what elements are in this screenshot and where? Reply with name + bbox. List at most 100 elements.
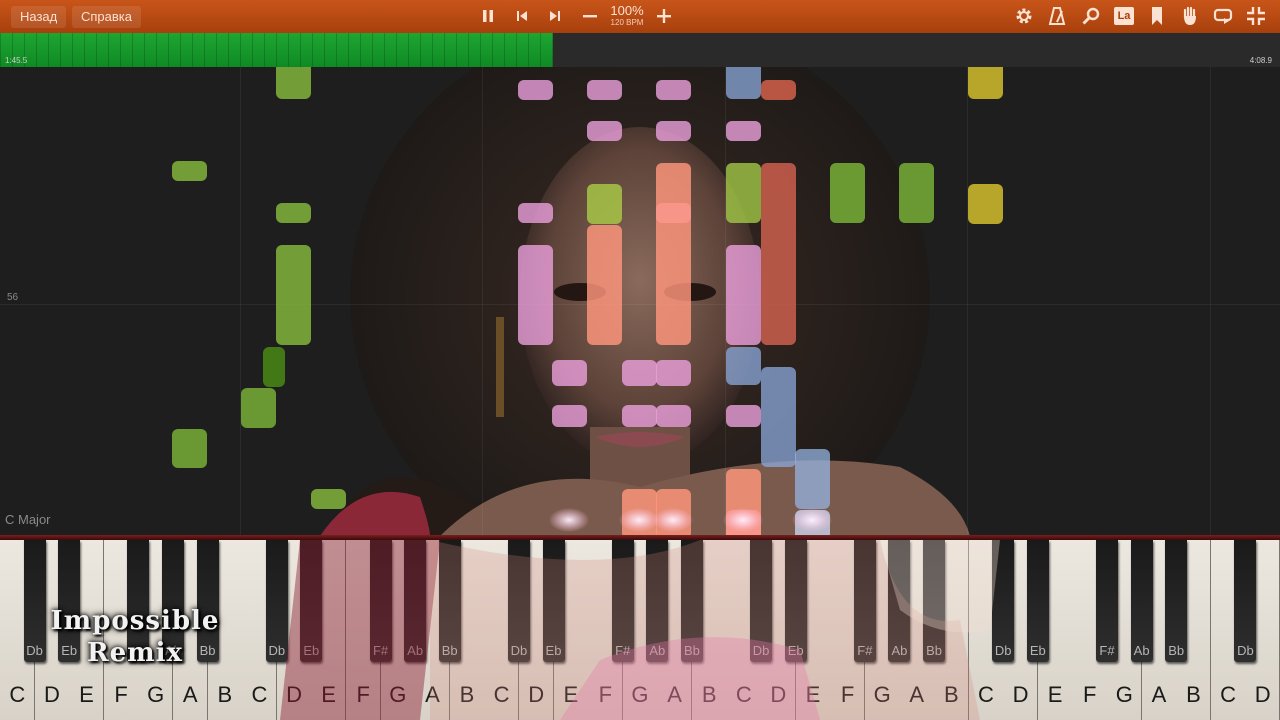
note xyxy=(656,163,691,345)
black-key[interactable]: Bb xyxy=(438,540,461,662)
zoom-out-icon[interactable] xyxy=(578,4,602,28)
white-key-label: A xyxy=(909,682,925,707)
song-progress-bar[interactable]: 1:45.5 4:08.9 xyxy=(0,33,1280,67)
black-key-label: Ab xyxy=(649,643,666,658)
note xyxy=(622,405,657,427)
black-key-label: Ab xyxy=(1133,643,1150,658)
metronome-icon[interactable] xyxy=(1045,4,1069,28)
bookmark-icon[interactable] xyxy=(1145,4,1169,28)
white-key-label: D xyxy=(43,682,60,707)
black-key-label: Bb xyxy=(1168,643,1185,658)
black-key[interactable]: Ab xyxy=(646,540,669,662)
black-key-label: Db xyxy=(268,643,286,658)
hand-icon[interactable] xyxy=(1178,4,1202,28)
note xyxy=(276,245,311,345)
fullscreen-exit-icon[interactable] xyxy=(1244,4,1268,28)
black-key-label: Ab xyxy=(891,643,908,658)
black-key[interactable]: F# xyxy=(853,540,876,662)
note xyxy=(587,184,622,224)
black-key-label: Bb xyxy=(441,643,458,658)
black-key-label: F# xyxy=(857,643,873,658)
note xyxy=(276,203,311,223)
white-key-label: B xyxy=(701,682,717,707)
progress-fill xyxy=(0,33,553,67)
black-key[interactable]: Bb xyxy=(680,540,703,662)
loop-icon[interactable] xyxy=(1211,4,1235,28)
black-key-label: Db xyxy=(1237,643,1254,658)
note xyxy=(656,121,691,141)
black-key[interactable]: Ab xyxy=(888,540,911,662)
zoom-in-icon[interactable] xyxy=(652,4,676,28)
black-key-label: F# xyxy=(372,643,389,658)
black-key[interactable]: Db xyxy=(265,540,288,662)
toolbar: Назад Справка 100% 120 BPM La xyxy=(0,0,1280,34)
note xyxy=(518,203,553,223)
note xyxy=(761,80,796,100)
white-key-label: A xyxy=(1151,682,1167,707)
black-key[interactable]: F# xyxy=(1096,540,1119,662)
black-key[interactable]: Eb xyxy=(784,540,807,662)
black-key[interactable]: Ab xyxy=(404,540,427,662)
logo-line1: Impossible xyxy=(50,606,220,636)
logo-line2: Remix xyxy=(86,638,184,668)
white-key-label: A xyxy=(425,682,440,707)
black-key-label: Bb xyxy=(926,643,942,658)
note xyxy=(761,367,796,467)
skip-forward-icon[interactable] xyxy=(543,4,567,28)
white-key-label: C xyxy=(735,682,752,707)
note-names-icon[interactable]: La xyxy=(1112,4,1136,28)
skip-back-icon[interactable] xyxy=(510,4,534,28)
white-key-label: E xyxy=(805,682,821,707)
black-key[interactable]: F# xyxy=(611,540,634,662)
black-key[interactable]: Db xyxy=(507,540,530,662)
note xyxy=(726,67,761,99)
black-key[interactable]: Bb xyxy=(923,540,946,662)
note xyxy=(587,225,622,345)
note xyxy=(899,163,934,223)
white-key-label: G xyxy=(631,682,649,707)
impossible-remix-logo: Impossible Remix xyxy=(40,605,230,669)
note xyxy=(726,163,761,223)
note xyxy=(241,388,276,428)
settings-gear-icon[interactable] xyxy=(1012,4,1036,28)
note xyxy=(518,245,553,345)
white-key-label: G xyxy=(1115,682,1133,707)
black-key[interactable]: F# xyxy=(369,540,392,662)
back-button[interactable]: Назад xyxy=(11,6,67,28)
note xyxy=(622,360,657,386)
black-key-label: Db xyxy=(510,643,528,658)
pause-icon[interactable] xyxy=(476,4,500,28)
white-key-label: G xyxy=(389,682,407,707)
black-key[interactable]: Ab xyxy=(1130,540,1153,662)
white-key-label: F xyxy=(598,682,613,707)
white-key-label: C xyxy=(977,682,994,707)
note xyxy=(726,347,761,385)
note xyxy=(552,360,587,386)
note xyxy=(587,121,622,141)
black-key[interactable]: Eb xyxy=(542,540,565,662)
black-key-label: Eb xyxy=(545,643,562,658)
white-key-label: D xyxy=(1254,682,1271,707)
black-key[interactable]: Eb xyxy=(1026,540,1049,662)
search-icon[interactable] xyxy=(1079,4,1103,28)
black-key[interactable]: Bb xyxy=(1165,540,1188,662)
note xyxy=(656,360,691,386)
white-key-label: C xyxy=(1220,682,1237,707)
note xyxy=(656,80,691,100)
black-key[interactable]: Eb xyxy=(300,540,323,662)
white-key-label: E xyxy=(321,682,336,707)
black-key[interactable]: Db xyxy=(1234,540,1257,662)
note xyxy=(726,405,761,427)
note xyxy=(968,67,1003,99)
help-button[interactable]: Справка xyxy=(72,6,141,28)
note xyxy=(830,163,865,223)
white-key-label: G xyxy=(147,682,165,707)
note xyxy=(172,429,207,468)
white-key-label: D xyxy=(286,682,302,707)
white-key-label: A xyxy=(667,682,682,707)
black-key[interactable]: Db xyxy=(750,540,773,662)
white-key-label: D xyxy=(770,682,787,707)
note xyxy=(518,80,553,100)
black-key[interactable]: Db xyxy=(992,540,1015,662)
note xyxy=(276,67,311,99)
